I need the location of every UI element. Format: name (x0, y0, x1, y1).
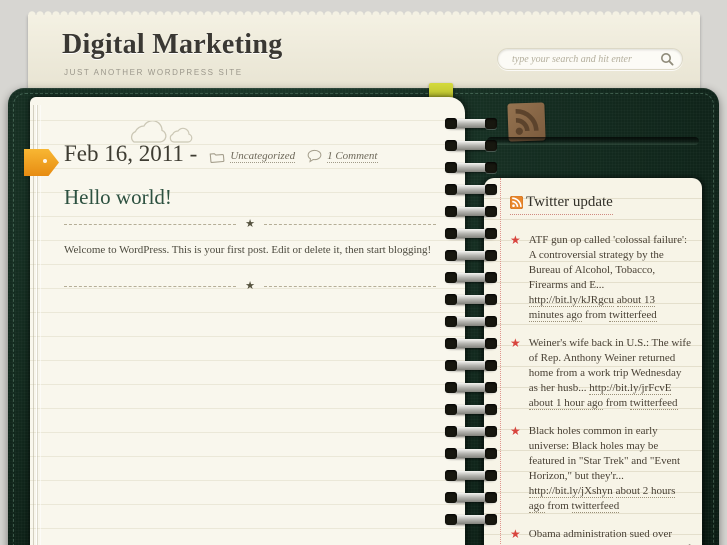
search-icon[interactable] (660, 52, 674, 66)
spiral-ring (445, 492, 497, 503)
divider-dashed-line (64, 286, 237, 287)
tweet-link[interactable]: http://bit.ly/jXshyn (528, 485, 613, 498)
spiral-ring (445, 250, 497, 261)
tweet-body: ATF gun op called 'colossal failure': A … (528, 234, 687, 291)
tweet-text: Black holes common in early universe: Bl… (528, 424, 692, 514)
spiral-ring (445, 470, 497, 481)
post-date[interactable]: Feb 16, 2011 - (64, 141, 197, 167)
rss-icon (510, 196, 523, 209)
tweet-text: Obama administration sued over Libya mis… (529, 527, 692, 545)
notebook-margin-line (500, 178, 501, 545)
page: Digital Marketing JUST ANOTHER WORDPRESS… (0, 0, 727, 545)
tweet-link[interactable]: http://bit.ly/kJRgcu (528, 294, 615, 307)
spiral-ring (445, 228, 497, 239)
divider-dashed-line (263, 224, 436, 225)
tweet-text: ATF gun op called 'colossal failure': A … (528, 233, 692, 323)
post-body-text: Welcome to WordPress. This is your first… (64, 244, 432, 256)
tweet-item: ★ ATF gun op called 'colossal failure': … (510, 233, 692, 323)
rss-pocket-tag[interactable] (507, 102, 546, 142)
star-bullet-icon: ★ (510, 424, 521, 438)
post-title[interactable]: Hello world! (64, 185, 172, 210)
post-meta-row: Feb 16, 2011 - Uncategorized 1 Comment (64, 141, 390, 167)
search-box[interactable] (497, 48, 683, 70)
twitter-widget-title: Twitter update (510, 194, 613, 215)
post-category-link[interactable]: Uncategorized (230, 150, 296, 163)
tweet-via-prefix: from (547, 500, 569, 512)
star-bullet-icon: ★ (510, 527, 521, 541)
divider-dashed-line (64, 224, 237, 225)
site-header: Digital Marketing JUST ANOTHER WORDPRESS… (28, 10, 700, 96)
tweet-link[interactable]: http://bit.ly/jrFcvE (589, 382, 672, 395)
post-page: Feb 16, 2011 - Uncategorized 1 Comment H… (30, 97, 465, 545)
star-divider-icon: ★ (245, 280, 255, 292)
spiral-ring (445, 206, 497, 217)
spiral-ring (445, 448, 497, 459)
tweet-text: Weiner's wife back in U.S.: The wife of … (528, 336, 692, 411)
star-bullet-icon: ★ (510, 233, 521, 247)
divider-dashed-line (263, 286, 436, 287)
tweet-source-link[interactable]: twitterfeed (571, 500, 620, 513)
sidebar: Twitter update ★ ATF gun op called 'colo… (484, 178, 702, 545)
tweet-source-link[interactable]: twitterfeed (629, 397, 678, 410)
rss-icon (515, 109, 539, 135)
twitter-widget: Twitter update ★ ATF gun op called 'colo… (510, 194, 692, 545)
pocket-slit (487, 137, 699, 145)
spiral-ring (445, 162, 497, 173)
tweet-source-link[interactable]: twitterfeed (609, 309, 657, 322)
spiral-ring (445, 294, 497, 305)
spiral-binding (445, 118, 497, 545)
spiral-ring (445, 272, 497, 283)
tweet-via-prefix: from (605, 397, 628, 409)
star-divider: ★ (64, 219, 436, 230)
tweet-item: ★ Obama administration sued over Libya m… (510, 527, 692, 545)
twitter-widget-title-text: Twitter update (526, 194, 613, 210)
tweet-via-prefix: from (584, 309, 607, 321)
spiral-ring (445, 360, 497, 371)
spiral-ring (445, 404, 497, 415)
spiral-ring (445, 184, 497, 195)
comment-bubble-icon (307, 149, 322, 163)
site-title[interactable]: Digital Marketing (62, 29, 283, 61)
post-comments-link[interactable]: 1 Comment (327, 150, 378, 163)
tweet-body: Black holes common in early universe: Bl… (528, 425, 681, 482)
spiral-ring (445, 514, 497, 525)
tweet-time-link[interactable]: about 1 hour ago (528, 397, 603, 410)
tweet-list: ★ ATF gun op called 'colossal failure': … (510, 233, 692, 545)
star-bullet-icon: ★ (510, 336, 521, 350)
spiral-ring (445, 118, 497, 129)
spiral-ring (445, 382, 497, 393)
tweet-item: ★ Black holes common in early universe: … (510, 424, 692, 514)
star-divider: ★ (64, 281, 436, 292)
star-divider-icon: ★ (245, 218, 255, 230)
category-folder-icon (209, 152, 225, 163)
search-input[interactable] (497, 48, 683, 70)
spiral-ring (445, 426, 497, 437)
site-tagline: JUST ANOTHER WORDPRESS SITE (64, 68, 243, 77)
spiral-ring (445, 140, 497, 151)
tweet-body: Obama administration sued over Libya mis… (528, 528, 691, 545)
spiral-ring (445, 316, 497, 327)
spiral-ring (445, 338, 497, 349)
tweet-item: ★ Weiner's wife back in U.S.: The wife o… (510, 336, 692, 411)
